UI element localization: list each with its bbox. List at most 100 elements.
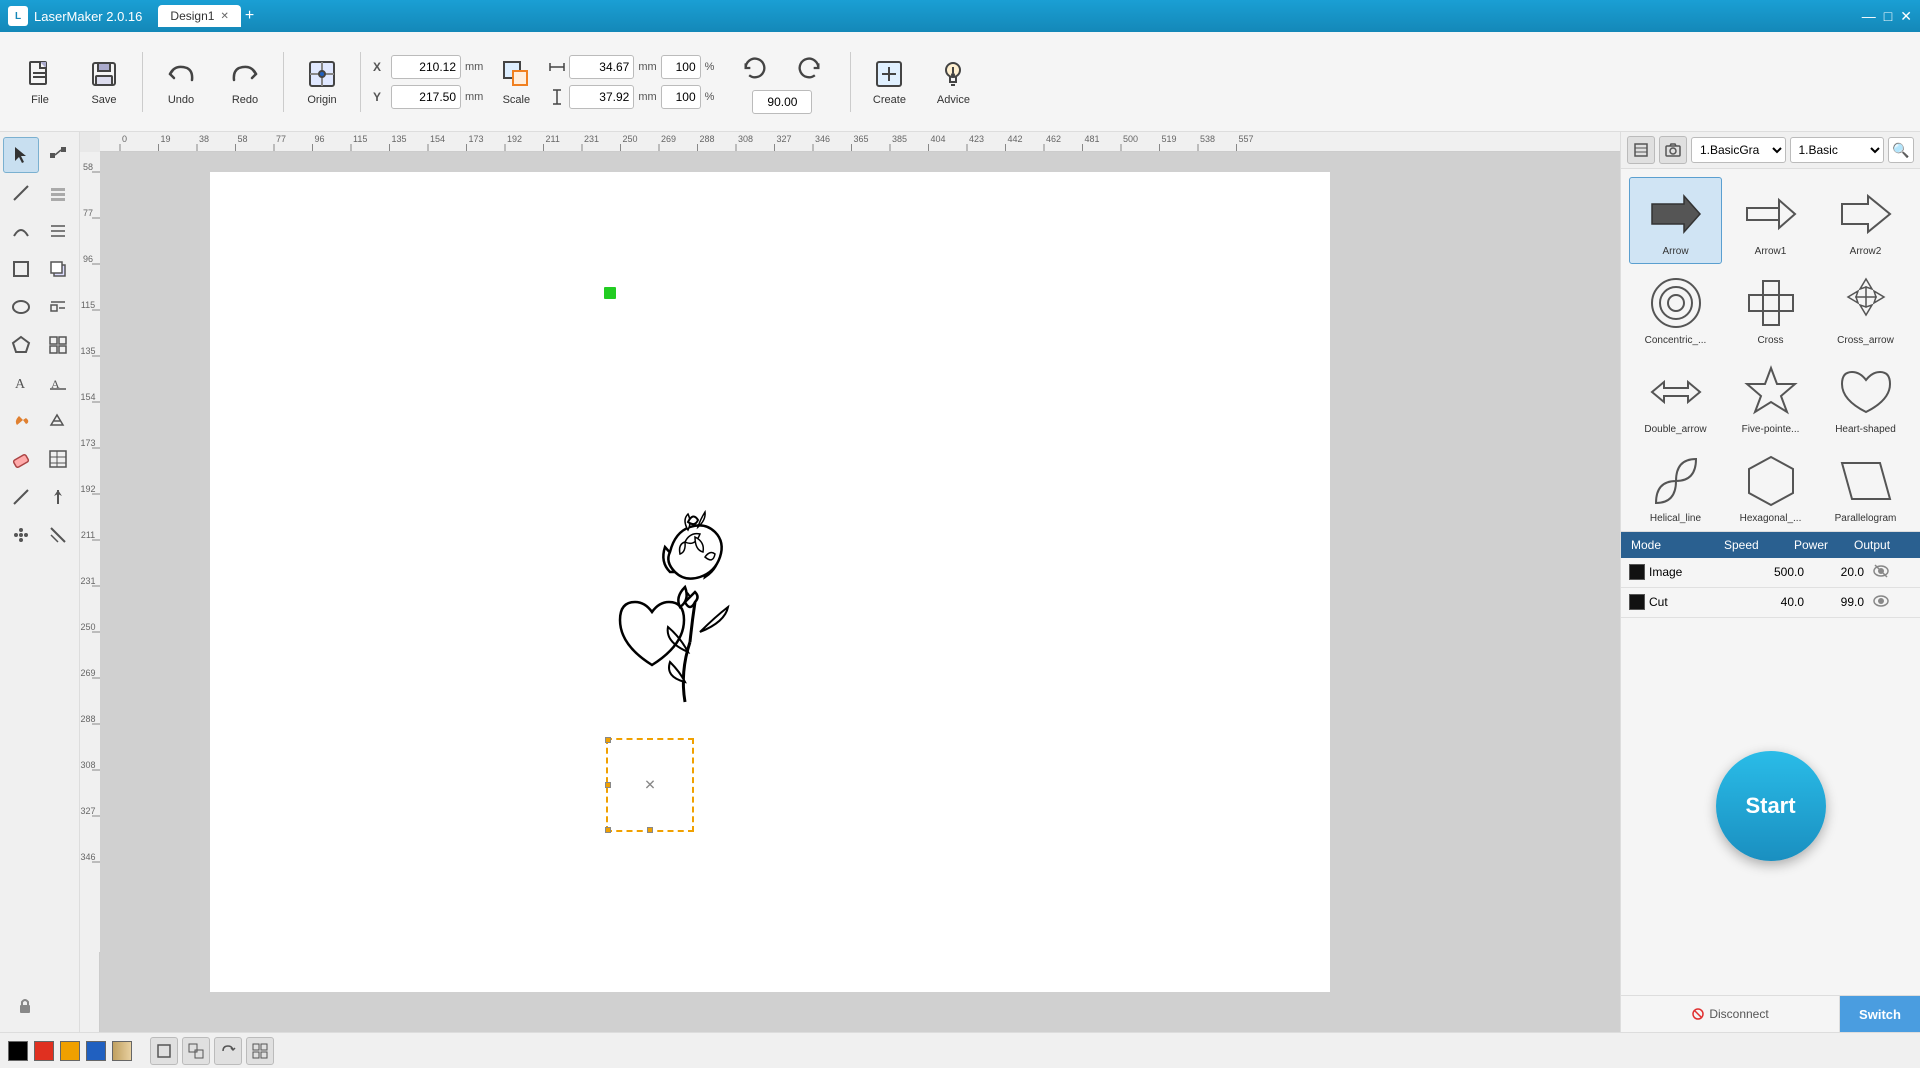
grid-tool[interactable] <box>41 327 77 363</box>
disconnect-button[interactable]: Disconnect <box>1621 996 1840 1032</box>
eraser-tool[interactable] <box>3 441 39 477</box>
shape-item-arrow2[interactable]: Arrow2 <box>1819 177 1912 264</box>
shape-item-heart[interactable]: Heart-shaped <box>1819 355 1912 442</box>
measure-tool[interactable] <box>3 479 39 515</box>
canvas-area[interactable]: 0193858779611513515417319221123125026928… <box>80 132 1620 1032</box>
handle-top-left[interactable] <box>605 737 611 743</box>
shape-search-button[interactable]: 🔍 <box>1888 137 1914 163</box>
panel-view-btn[interactable] <box>1627 136 1655 164</box>
start-button[interactable]: Start <box>1716 751 1826 861</box>
pen-tool[interactable] <box>3 175 39 211</box>
image-layer-name: Image <box>1629 564 1742 580</box>
speed-header: Speed <box>1722 536 1792 554</box>
canvas[interactable]: ✕ <box>100 152 1620 1032</box>
origin-button[interactable]: Origin <box>292 42 352 122</box>
layer-row-image[interactable]: Image 500.0 20.0 <box>1621 558 1920 588</box>
color-red[interactable] <box>34 1041 54 1061</box>
shape-item-hexagonal[interactable]: Hexagonal_... <box>1724 444 1817 531</box>
hexagonal-shape-icon <box>1741 451 1801 511</box>
five-pointed-label: Five-pointe... <box>1742 424 1800 435</box>
svg-text:231: 231 <box>80 576 95 586</box>
scale-button[interactable]: Scale <box>491 42 541 122</box>
new-tab-button[interactable]: + <box>245 7 254 25</box>
file-button[interactable]: File <box>10 42 70 122</box>
node-tool[interactable] <box>41 137 76 173</box>
image-visibility-toggle[interactable] <box>1872 562 1912 583</box>
disconnect-label: Disconnect <box>1709 1007 1768 1021</box>
table-tool[interactable] <box>41 441 77 477</box>
panel-camera-btn[interactable] <box>1659 136 1687 164</box>
shape-item-arrow[interactable]: Arrow <box>1629 177 1722 264</box>
copy-tool[interactable] <box>41 251 77 287</box>
shape-item-parallelogram[interactable]: Parallelogram <box>1819 444 1912 531</box>
shape-item-helical[interactable]: Helical_line <box>1629 444 1722 531</box>
rotate-cw-button[interactable] <box>784 50 834 86</box>
handle-bottom-mid[interactable] <box>647 827 653 833</box>
undo-button[interactable]: Undo <box>151 42 211 122</box>
shape-item-cross-arrow[interactable]: Cross_arrow <box>1819 266 1912 353</box>
canvas-white-area[interactable]: ✕ <box>210 172 1330 992</box>
tab-label: Design1 <box>170 9 214 23</box>
polygon-tool[interactable] <box>3 327 39 363</box>
x-input[interactable] <box>391 55 461 79</box>
save-button[interactable]: Save <box>74 42 134 122</box>
color-blue[interactable] <box>86 1041 106 1061</box>
slice-tool[interactable] <box>41 517 77 553</box>
height-pct-input[interactable] <box>661 85 701 109</box>
rect-tool[interactable] <box>3 251 39 287</box>
ellipse-tool[interactable] <box>3 289 39 325</box>
multi-select-btn[interactable] <box>182 1037 210 1065</box>
redo-button[interactable]: Redo <box>215 42 275 122</box>
advice-button[interactable]: Advice <box>923 42 983 122</box>
handle-mid-left[interactable] <box>605 782 611 788</box>
rotation-input[interactable] <box>752 90 812 114</box>
color-orange[interactable] <box>60 1041 80 1061</box>
shape-item-five-pointed[interactable]: Five-pointe... <box>1724 355 1817 442</box>
color-gradient[interactable] <box>112 1041 132 1061</box>
align-tool[interactable] <box>41 213 77 249</box>
shape-subcategory-select[interactable]: 1.Basic <box>1790 137 1885 163</box>
layer-row-cut[interactable]: Cut 40.0 99.0 <box>1621 588 1920 618</box>
minimize-button[interactable]: — <box>1862 8 1876 25</box>
text-tool[interactable]: A <box>3 365 39 401</box>
shape-item-arrow1[interactable]: Arrow1 <box>1724 177 1817 264</box>
close-button[interactable]: ✕ <box>1900 8 1912 25</box>
width-pct-input[interactable] <box>661 55 701 79</box>
heart-label: Heart-shaped <box>1835 424 1896 435</box>
preview-tool[interactable] <box>41 479 77 515</box>
shape-category-select[interactable]: 1.BasicGra <box>1691 137 1786 163</box>
tab-close-button[interactable]: ✕ <box>220 11 228 22</box>
mode-header: Mode <box>1629 536 1722 554</box>
create-button[interactable]: Create <box>859 42 919 122</box>
handle-bottom-left[interactable] <box>605 827 611 833</box>
object-tool[interactable] <box>41 289 77 325</box>
maximize-button[interactable]: □ <box>1884 8 1892 25</box>
shape-item-cross[interactable]: Cross <box>1724 266 1817 353</box>
rotate-ccw-button[interactable] <box>730 50 780 86</box>
edit-fill-tool[interactable] <box>41 403 77 439</box>
parallelogram-label: Parallelogram <box>1835 513 1897 524</box>
width-input[interactable] <box>569 55 634 79</box>
layers-tool[interactable] <box>41 175 77 211</box>
refresh-btn[interactable] <box>214 1037 242 1065</box>
height-input[interactable] <box>569 85 634 109</box>
switch-button[interactable]: Switch <box>1840 996 1920 1032</box>
cut-visibility-toggle[interactable] <box>1872 592 1912 613</box>
lock-tool[interactable] <box>7 987 43 1023</box>
x-unit: mm <box>465 61 483 73</box>
active-tab[interactable]: Design1 ✕ <box>158 5 240 27</box>
curve-tool[interactable] <box>3 213 39 249</box>
cross-shape-icon <box>1741 273 1801 333</box>
file-label: File <box>31 94 49 106</box>
select-tool[interactable] <box>3 137 39 173</box>
shape-item-concentric[interactable]: Concentric_... <box>1629 266 1722 353</box>
cut-layer-name: Cut <box>1629 594 1742 610</box>
guide-tool[interactable]: A <box>41 365 77 401</box>
shape-item-double-arrow[interactable]: Double_arrow <box>1629 355 1722 442</box>
color-black[interactable] <box>8 1041 28 1061</box>
scatter-tool[interactable] <box>3 517 39 553</box>
fill-tool[interactable] <box>3 403 39 439</box>
y-input[interactable] <box>391 85 461 109</box>
grid-view-btn[interactable] <box>246 1037 274 1065</box>
frame-select-btn[interactable] <box>150 1037 178 1065</box>
